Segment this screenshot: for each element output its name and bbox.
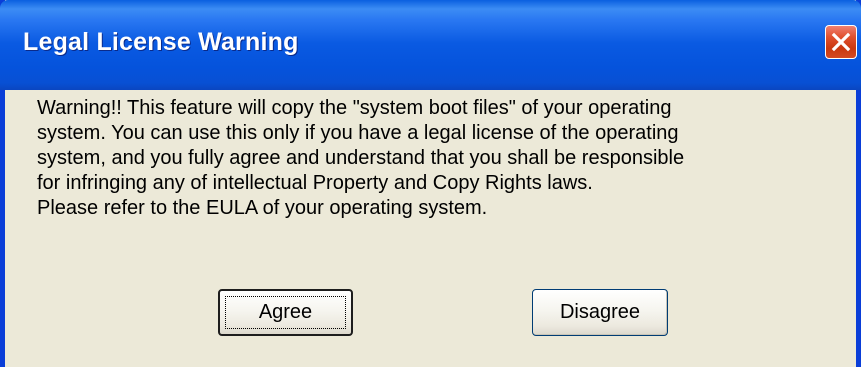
message-line: system, and you fully agree and understa…	[37, 147, 685, 169]
message-line: Warning!! This feature will copy the "sy…	[37, 97, 672, 119]
warning-message: Warning!! This feature will copy the "sy…	[37, 96, 847, 221]
title-bar[interactable]: Legal License Warning	[0, 0, 861, 90]
agree-button[interactable]: Agree	[218, 289, 353, 336]
message-line: system. You can use this only if you hav…	[37, 122, 679, 144]
disagree-button-label: Disagree	[559, 301, 641, 323]
disagree-button[interactable]: Disagree	[532, 289, 668, 336]
focus-ring	[225, 296, 346, 329]
message-line: Please refer to the EULA of your operati…	[37, 197, 488, 219]
dialog-title: Legal License Warning	[23, 28, 299, 56]
dialog-body: Warning!! This feature will copy the "sy…	[5, 90, 856, 367]
message-line: for infringing any of intellectual Prope…	[37, 172, 593, 194]
dialog-window: Legal License Warning Warning!! This fea…	[0, 0, 861, 367]
close-icon	[831, 32, 851, 52]
close-button[interactable]	[825, 25, 857, 59]
